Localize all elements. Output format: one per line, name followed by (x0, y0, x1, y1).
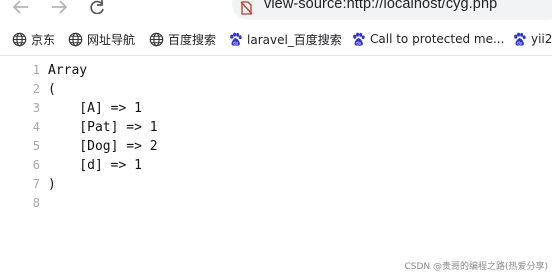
line-number: 4 (32, 120, 40, 134)
svg-text:du: du (356, 40, 362, 45)
line-code: [Dog] => 2 (48, 139, 158, 154)
bookmark-laravel-baidu[interactable]: du laravel_百度搜索 (228, 30, 342, 48)
globe-icon (68, 32, 83, 46)
watermark: CSDN @贵哥的编程之路(热爱分享) (404, 262, 548, 272)
line-number: 1 (32, 63, 40, 77)
bookmarks-bar: 京东 网址导航 百度搜索 du laravel_百度搜索 du Call to … (0, 22, 552, 56)
line-number: 7 (32, 177, 40, 191)
bookmark-site-nav[interactable]: 网址导航 (68, 30, 135, 48)
browser-toolbar: view-source:http://localhost/cyg.php (0, 0, 552, 22)
bookmark-call-to-protected[interactable]: du Call to protected me... (351, 30, 504, 48)
bookmark-baidu-search[interactable]: 百度搜索 (149, 30, 216, 48)
source-line: 5 [Dog] => 2 (0, 137, 552, 156)
bookmark-label: Call to protected me... (370, 32, 505, 46)
line-number: 3 (32, 101, 40, 115)
bookmark-label: yii2_ (531, 32, 552, 46)
line-code: ) (48, 177, 56, 192)
line-number: 8 (32, 196, 40, 210)
forward-arrow-icon[interactable] (48, 0, 70, 16)
line-number: 2 (32, 82, 40, 96)
reload-icon[interactable] (86, 0, 108, 16)
bookmark-jd[interactable]: 京东 (12, 30, 55, 48)
back-arrow-icon[interactable] (10, 0, 32, 16)
source-line: 6 [d] => 1 (0, 156, 552, 175)
line-number: 5 (32, 139, 40, 153)
source-view: 1 Array 2 ( 3 [A] => 1 4 [Pat] => 1 5 [D… (0, 61, 552, 221)
bookmark-label: 百度搜索 (168, 32, 217, 47)
baidu-paw-icon: du (514, 32, 526, 46)
source-line: 7 ) (0, 175, 552, 194)
line-code: [A] => 1 (48, 101, 142, 116)
bookmark-label: 京东 (31, 32, 56, 47)
globe-icon (149, 32, 164, 46)
globe-icon (12, 32, 27, 46)
svg-text:du: du (233, 40, 239, 45)
line-number: 6 (32, 158, 40, 172)
source-line: 8 (0, 194, 552, 213)
bookmark-label: 网址导航 (87, 32, 136, 47)
line-code: ( (48, 82, 56, 97)
source-line: 2 ( (0, 80, 552, 99)
url-text[interactable]: view-source:http://localhost/cyg.php (264, 0, 497, 12)
baidu-paw-icon: du (353, 32, 365, 46)
baidu-paw-icon: du (230, 32, 242, 46)
source-line: 4 [Pat] => 1 (0, 118, 552, 137)
source-line: 1 Array (0, 61, 552, 80)
svg-text:du: du (517, 40, 523, 45)
line-code: [Pat] => 1 (48, 120, 158, 135)
line-code: [d] => 1 (48, 158, 142, 173)
line-code: Array (48, 63, 88, 78)
page-crossed-icon (240, 0, 253, 15)
source-line: 3 [A] => 1 (0, 99, 552, 118)
bookmark-label: laravel_百度搜索 (247, 32, 342, 47)
bookmark-yii2[interactable]: du yii2_ (512, 30, 552, 48)
